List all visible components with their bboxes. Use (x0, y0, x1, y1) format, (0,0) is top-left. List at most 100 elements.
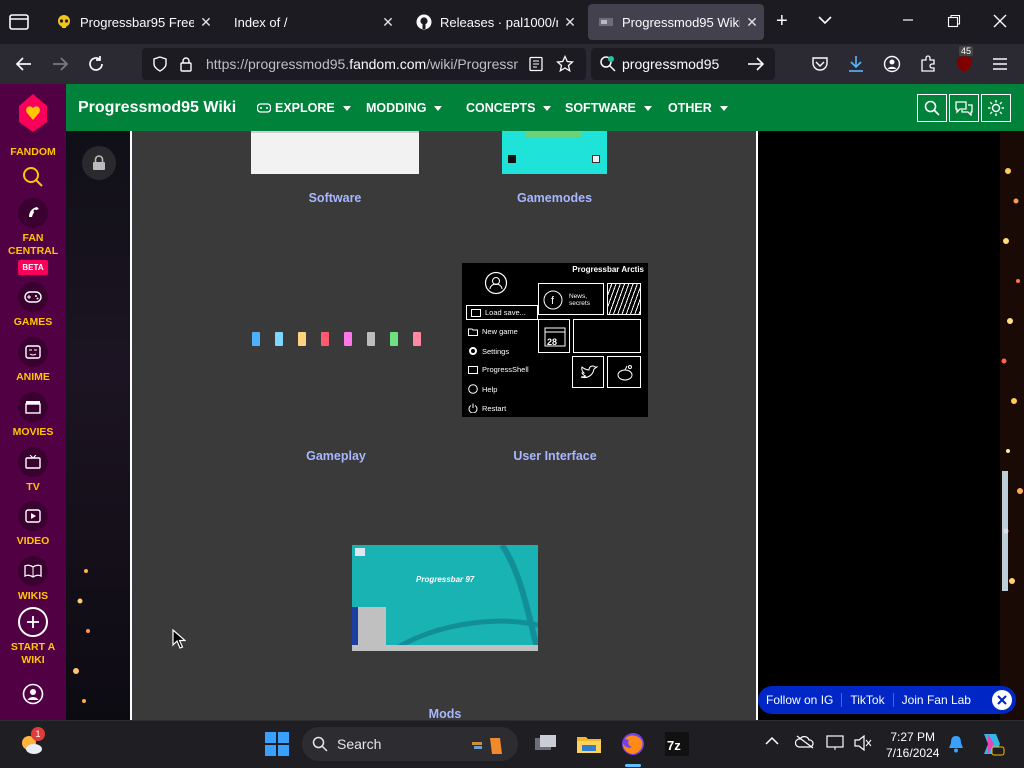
windows-start-icon[interactable] (264, 731, 290, 757)
tab-index-of[interactable]: Index of / ✕ (224, 4, 400, 40)
extensions-puzzle-icon[interactable] (916, 52, 940, 76)
tiktok-link[interactable]: TikTok (842, 693, 894, 707)
ublock-extension-icon[interactable]: 45 (952, 46, 976, 76)
lock-button[interactable] (82, 146, 116, 180)
mods-thumbnail[interactable]: Progressbar 97 (352, 545, 538, 651)
reload-icon[interactable] (84, 52, 108, 76)
rail-item-games[interactable]: GAMES (0, 282, 66, 329)
rail-item-movies[interactable]: MOVIES (0, 392, 66, 439)
rail-item-video[interactable]: VIDEO (0, 501, 66, 548)
wiki-search-button[interactable] (917, 94, 947, 122)
weather-widget-icon[interactable]: 1 (18, 727, 45, 755)
new-tab-button[interactable]: + (776, 11, 788, 31)
rail-item-tv[interactable]: TV (0, 447, 66, 494)
shield-icon[interactable] (152, 56, 168, 72)
search-input[interactable]: progressmod95 (622, 56, 719, 72)
caption-user-interface[interactable]: User Interface (462, 449, 648, 463)
progress-block (367, 332, 375, 346)
join-fan-lab-link[interactable]: Join Fan Lab (894, 693, 979, 707)
caption-gameplay[interactable]: Gameplay (250, 449, 422, 463)
rail-item-start-a-wiki[interactable]: START A WIKI (0, 607, 66, 667)
nav-software[interactable]: SOFTWARE (565, 101, 652, 115)
nav-other[interactable]: OTHER (668, 101, 728, 115)
close-icon[interactable]: ✕ (194, 10, 218, 34)
pocket-icon[interactable] (808, 52, 832, 76)
progress-block (344, 332, 352, 346)
taskbar-search-box[interactable]: Search (302, 727, 518, 761)
beta-badge: BETA (18, 260, 48, 275)
search-icon (599, 55, 617, 73)
search-bar[interactable]: progressmod95 (591, 48, 775, 80)
bookmark-star-icon[interactable] (556, 55, 574, 73)
close-window-icon[interactable] (993, 14, 1007, 28)
search-icon[interactable] (22, 166, 44, 188)
lock-icon (93, 155, 105, 170)
restore-icon[interactable] (947, 14, 961, 28)
system-clock[interactable]: 7:27 PM 7/16/2024 (886, 729, 939, 761)
nav-modding[interactable]: MODDING (366, 101, 443, 115)
address-bar[interactable]: https://progressmod95.fandom.com/wiki/Pr… (142, 48, 586, 80)
tab-progressbar95-download[interactable]: Progressbar95 Free Dow ✕ (46, 4, 218, 40)
page-background-left (66, 131, 130, 720)
file-explorer-icon[interactable] (576, 731, 602, 757)
fandom-global-nav: FANDOM FAN CENTRAL BETA GAMES ANIME MOVI… (0, 84, 66, 720)
volume-muted-icon[interactable] (854, 735, 880, 761)
software-thumbnail[interactable] (251, 131, 419, 174)
url-text[interactable]: https://progressmod95.fandom.com/wiki/Pr… (206, 56, 518, 72)
caption-software[interactable]: Software (251, 191, 419, 205)
reader-view-icon[interactable] (528, 56, 544, 72)
rail-item-fan-central[interactable]: FAN CENTRAL BETA (0, 198, 66, 275)
hamburger-menu-icon[interactable] (988, 52, 1012, 76)
lock-icon[interactable] (178, 56, 194, 72)
show-hidden-icons-chevron-icon[interactable] (764, 735, 790, 761)
minimize-icon[interactable] (901, 13, 915, 27)
rail-item-anime[interactable]: ANIME (0, 337, 66, 384)
user-profile-icon[interactable] (22, 683, 44, 705)
tab-releases[interactable]: Releases · pal1000/mes ✕ (406, 4, 582, 40)
account-icon[interactable] (880, 52, 904, 76)
mouse-cursor-icon (172, 629, 186, 649)
back-arrow-icon[interactable] (12, 52, 36, 76)
play-icon (18, 501, 48, 531)
wiki-title[interactable]: Progressmod95 Wiki (78, 99, 236, 117)
nav-concepts[interactable]: CONCEPTS (466, 101, 552, 115)
close-icon[interactable]: ✕ (558, 10, 582, 34)
tab-title: Index of / (234, 14, 288, 30)
progress-block (275, 332, 283, 346)
fandom-brand-label[interactable]: FANDOM (0, 146, 66, 159)
theme-toggle-button[interactable] (981, 94, 1011, 122)
tab-overview-icon[interactable] (8, 12, 30, 32)
notification-bell-icon[interactable] (948, 735, 974, 761)
bird-icon (580, 365, 598, 379)
close-icon[interactable]: ✕ (376, 10, 400, 34)
firefox-icon[interactable] (620, 731, 646, 767)
pattern-tile (607, 283, 641, 315)
gamepad-icon (18, 282, 48, 312)
onedrive-icon[interactable] (795, 735, 821, 761)
display-icon[interactable] (826, 735, 852, 761)
gameplay-thumbnail[interactable] (250, 331, 422, 347)
forward-arrow-icon[interactable] (48, 52, 72, 76)
caption-gamemodes[interactable]: Gamemodes (492, 191, 617, 205)
copilot-icon[interactable] (978, 731, 1005, 757)
tab-progressmod95-wiki[interactable]: Progressmod95 Wiki | F ✕ (588, 4, 764, 40)
nav-explore[interactable]: EXPLORE (257, 101, 351, 115)
clapperboard-icon (18, 392, 48, 422)
task-view-icon[interactable] (532, 731, 558, 757)
fandom-logo-icon[interactable] (15, 92, 51, 134)
caption-mods[interactable]: Mods (352, 707, 538, 720)
gamemodes-thumbnail[interactable] (502, 131, 607, 174)
search-go-arrow-icon[interactable] (747, 56, 765, 72)
discussions-button[interactable] (949, 94, 979, 122)
wiki-header: Progressmod95 Wiki EXPLORE MODDING CONCE… (66, 84, 1024, 131)
rail-item-wikis[interactable]: WIKIS (0, 556, 66, 603)
7zip-icon[interactable]: 7z (664, 731, 690, 757)
close-icon[interactable]: ✕ (740, 10, 764, 34)
download-icon[interactable] (844, 52, 868, 76)
user-interface-thumbnail[interactable]: Progressbar Arctis Load save... New game… (462, 263, 648, 417)
follow-on-ig-link[interactable]: Follow on IG (758, 693, 843, 707)
close-banner-icon[interactable] (992, 690, 1012, 710)
list-tabs-chevron-icon[interactable] (817, 14, 833, 26)
rocket-icon (18, 198, 48, 228)
twitter-tile (572, 356, 604, 388)
